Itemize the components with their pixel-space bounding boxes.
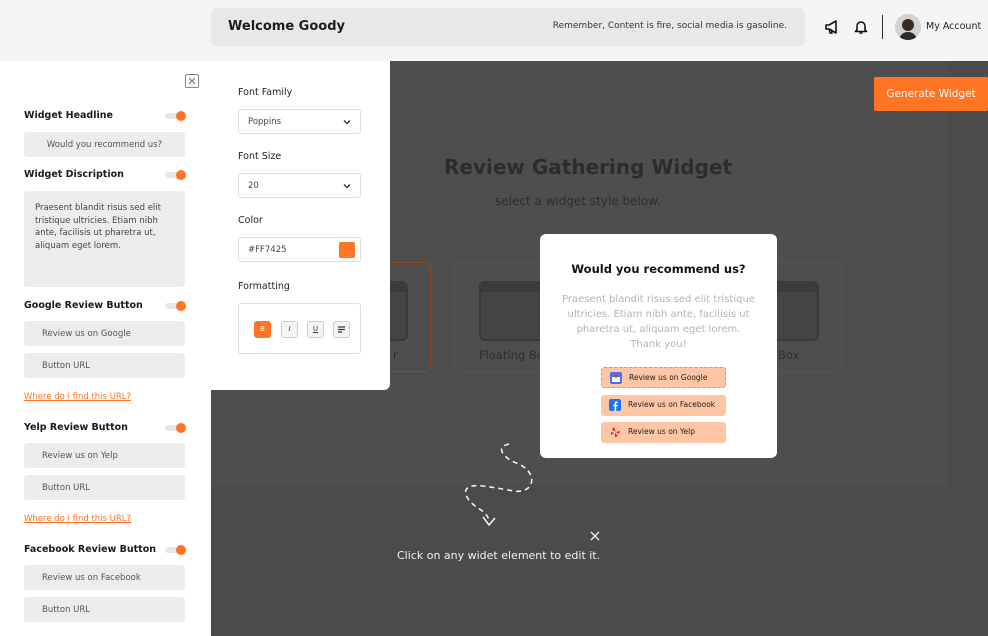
google-review-button[interactable]: Review us on Google <box>601 367 726 388</box>
yelp-review-button[interactable]: Review us on Yelp <box>601 422 726 443</box>
yelp-review-button-label: Yelp Review Button <box>24 422 128 433</box>
google-business-icon <box>610 372 622 384</box>
color-label: Color <box>238 215 263 226</box>
google-button-url-input[interactable]: Button URL <box>24 353 185 378</box>
google-url-help-link[interactable]: Where do i find this URL? <box>24 392 131 402</box>
close-icon[interactable] <box>185 74 199 88</box>
color-swatch[interactable] <box>339 242 355 258</box>
bell-icon[interactable] <box>853 19 869 35</box>
account-label[interactable]: My Account <box>926 21 981 32</box>
facebook-review-toggle[interactable] <box>165 545 186 555</box>
formatting-label: Formatting <box>238 281 290 292</box>
dashed-arrow-icon <box>464 443 533 527</box>
widget-headline-toggle[interactable] <box>165 111 186 121</box>
edit-hint: Click on any widet element to edit it. <box>397 549 601 562</box>
page-title: Review Gathering Widget <box>444 155 733 179</box>
style-card-label: Floating Bo <box>479 348 544 362</box>
facebook-button-text-input[interactable]: Review us on Facebook <box>24 565 185 590</box>
facebook-button-url-input[interactable]: Button URL <box>24 597 185 622</box>
google-review-toggle[interactable] <box>165 301 186 311</box>
google-button-text-input[interactable]: Review us on Google <box>24 321 185 346</box>
style-card-label: r <box>393 348 398 362</box>
toggle-knob <box>176 170 186 180</box>
toggle-knob <box>176 111 186 121</box>
font-size-value: 20 <box>248 181 259 191</box>
font-family-label: Font Family <box>238 87 293 98</box>
widget-headline-input[interactable]: Would you recommend us? <box>24 132 185 157</box>
yelp-review-label: Review us on Yelp <box>628 427 695 436</box>
header-divider <box>882 15 883 39</box>
megaphone-icon[interactable] <box>824 19 840 35</box>
avatar[interactable] <box>895 14 921 40</box>
facebook-review-button-label: Facebook Review Button <box>24 544 157 555</box>
yelp-icon <box>609 426 621 438</box>
widget-description-toggle[interactable] <box>165 170 186 180</box>
font-family-value: Poppins <box>248 117 281 127</box>
widget-description-textarea[interactable]: Praesent blandit risus sed elit tristiqu… <box>24 191 185 287</box>
italic-button[interactable]: I <box>281 321 298 338</box>
font-size-label: Font Size <box>238 151 282 162</box>
yelp-review-toggle[interactable] <box>165 423 186 433</box>
style-card-label: Box <box>778 348 800 362</box>
tagline: Remember, Content is fire, social media … <box>552 21 787 31</box>
bold-button[interactable]: B <box>254 321 271 338</box>
google-review-button-label: Google Review Button <box>24 300 143 311</box>
facebook-icon <box>609 399 621 411</box>
google-review-label: Review us on Google <box>629 373 708 382</box>
toggle-knob <box>176 301 186 311</box>
welcome-banner: Welcome Goody Remember, Content is fire,… <box>211 8 805 46</box>
close-icon[interactable] <box>589 530 601 542</box>
chevron-down-icon <box>342 117 352 127</box>
toggle-knob <box>176 423 186 433</box>
toggle-knob <box>176 545 186 555</box>
yelp-button-url-input[interactable]: Button URL <box>24 475 185 500</box>
welcome-title: Welcome Goody <box>228 19 345 34</box>
generate-widget-button[interactable]: Generate Widget <box>874 77 988 111</box>
widget-headline[interactable]: Would you recommend us? <box>540 262 777 276</box>
widget-headline-label: Widget Headline <box>24 110 113 121</box>
text-format-panel: Font Family Poppins Font Size 20 Color #… <box>211 61 390 390</box>
underline-button[interactable]: U <box>307 321 324 338</box>
chevron-down-icon <box>342 181 352 191</box>
color-value: #FF7425 <box>248 245 287 255</box>
facebook-review-label: Review us on Facebook <box>628 400 716 409</box>
widget-preview-card[interactable]: Would you recommend us? Praesent blandit… <box>540 234 777 458</box>
widget-settings-sidebar: Widget Headline Would you recommend us? … <box>0 61 211 636</box>
top-bar: Welcome Goody Remember, Content is fire,… <box>0 0 988 61</box>
facebook-review-button[interactable]: Review us on Facebook <box>601 395 726 416</box>
widget-description[interactable]: Praesent blandit risus sed elit tristiqu… <box>562 292 755 352</box>
font-size-select[interactable]: 20 <box>238 173 361 198</box>
yelp-url-help-link[interactable]: Where do i find this URL? <box>24 514 131 524</box>
widget-description-label: Widget Discription <box>24 169 124 180</box>
align-left-icon[interactable] <box>333 321 350 338</box>
color-input[interactable]: #FF7425 <box>238 237 361 262</box>
page-subtitle: select a widget style below. <box>495 194 661 208</box>
formatting-toolbar: B I U <box>238 303 361 354</box>
font-family-select[interactable]: Poppins <box>238 109 361 134</box>
yelp-button-text-input[interactable]: Review us on Yelp <box>24 443 185 468</box>
